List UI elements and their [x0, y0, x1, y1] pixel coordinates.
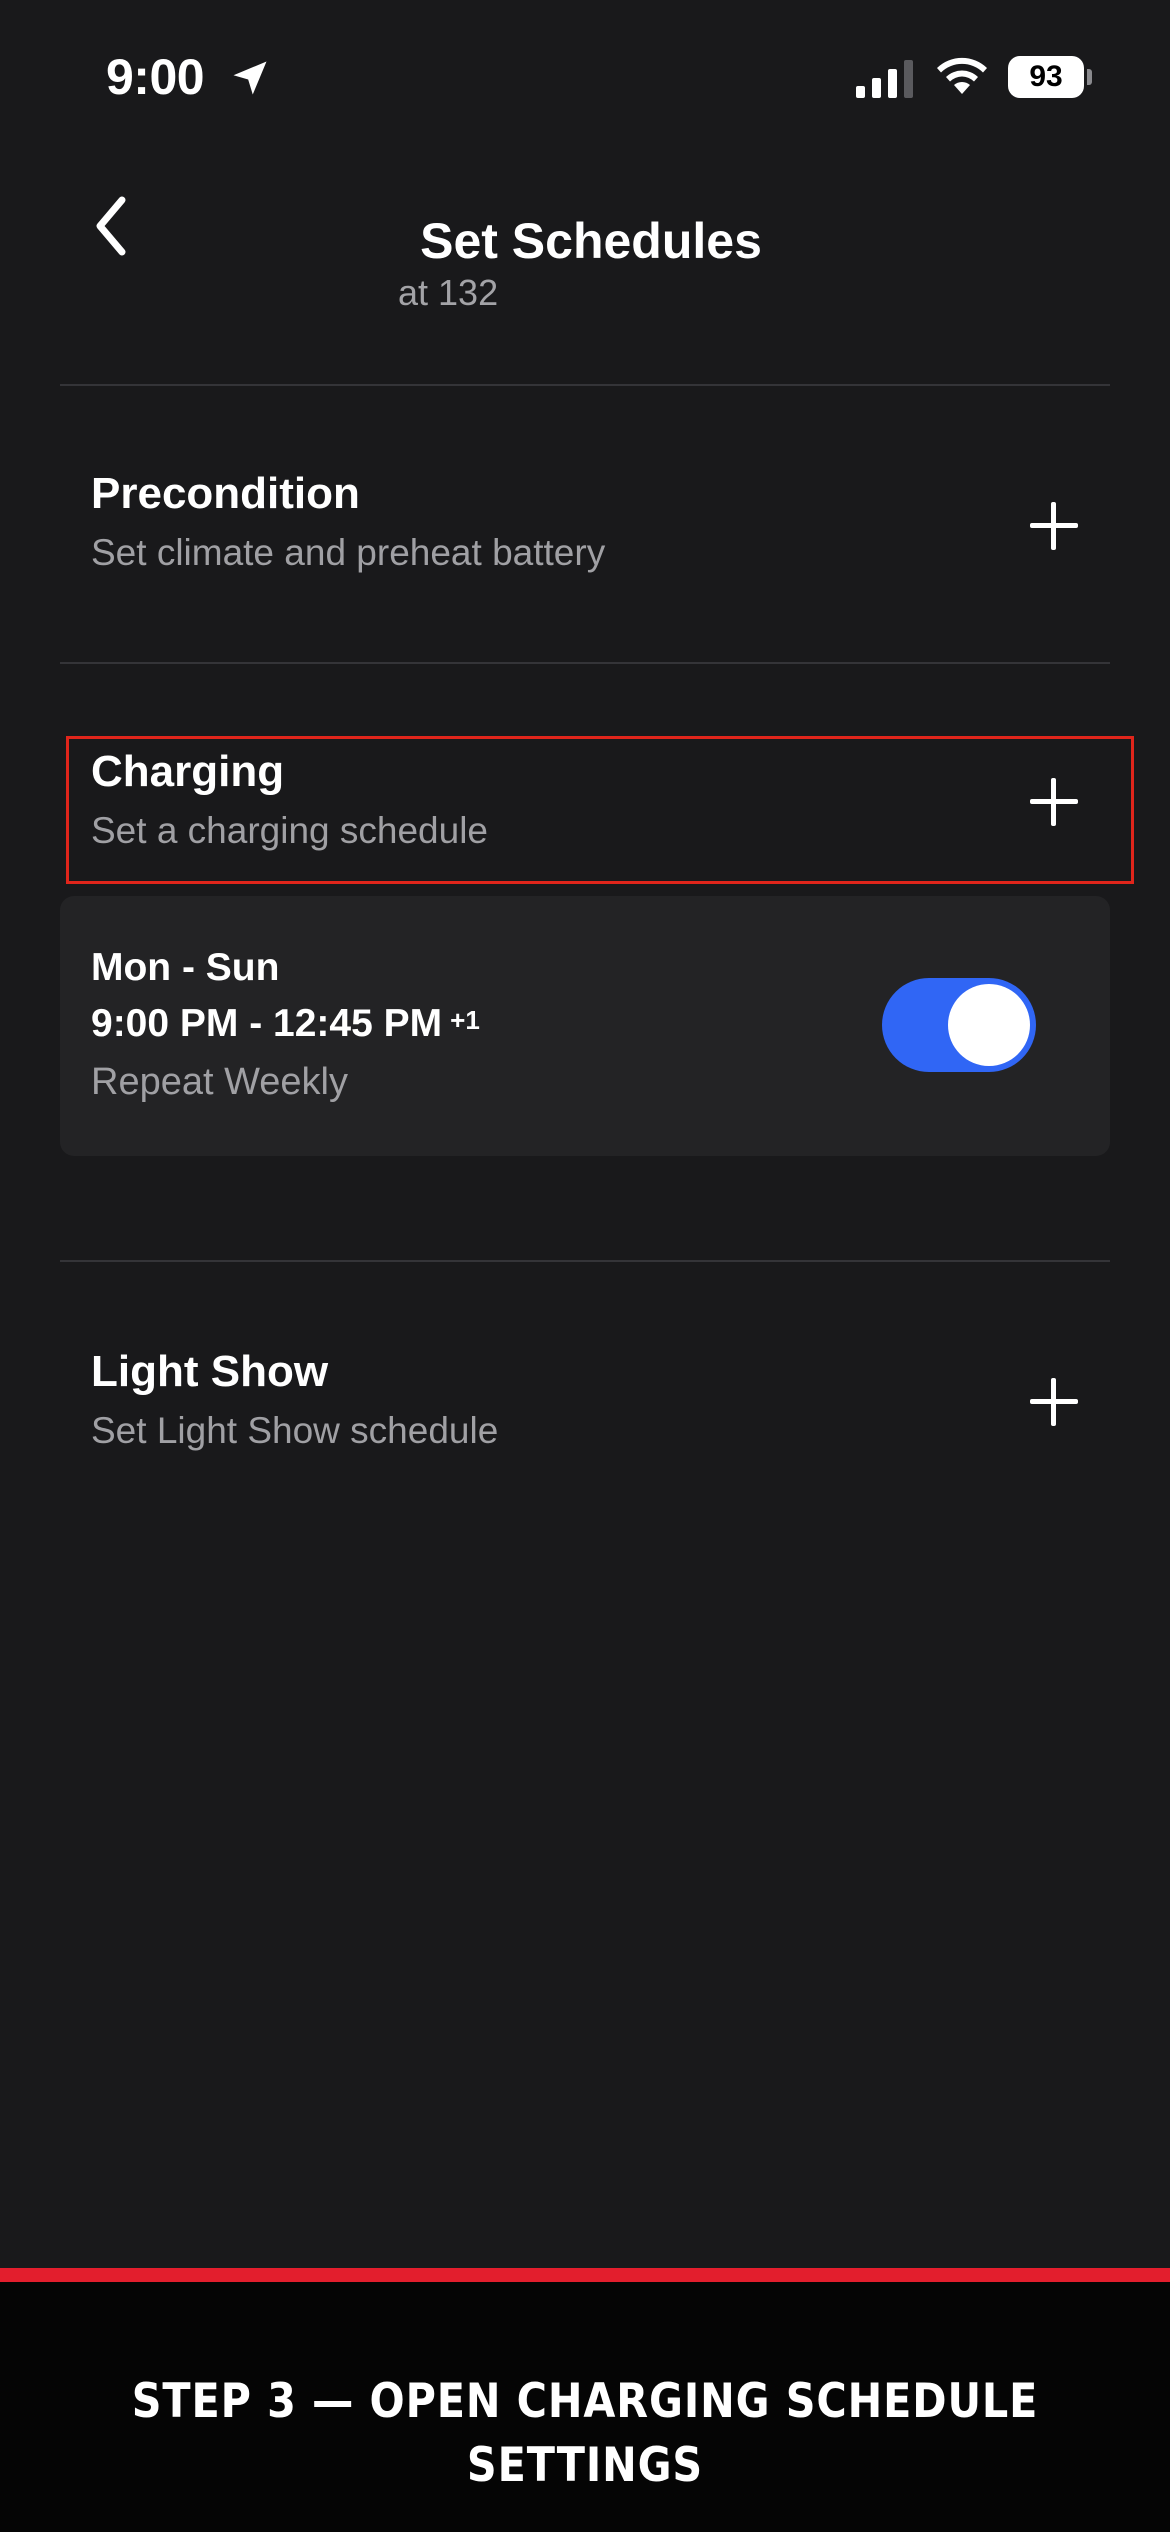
charging-subtitle: Set a charging schedule — [91, 810, 488, 851]
schedule-days: Mon - Sun — [91, 946, 280, 989]
status-time: 9:00 — [106, 49, 205, 105]
schedule-repeat: Repeat Weekly — [91, 1061, 348, 1103]
wifi-icon — [937, 57, 987, 94]
charging-title: Charging — [91, 747, 285, 796]
light-show-title: Light Show — [91, 1347, 329, 1396]
status-bar: 9:00 93 — [0, 0, 1170, 150]
charging-row[interactable]: Charging Set a charging schedule — [60, 742, 1110, 882]
divider — [60, 662, 1110, 664]
charging-schedule-card[interactable]: Mon - Sun 9:00 PM - 12:45 PM +1 Repeat We… — [60, 896, 1110, 1156]
toggle-knob — [948, 984, 1030, 1066]
add-precondition-plus-icon[interactable] — [1026, 498, 1082, 554]
precondition-title: Precondition — [91, 469, 360, 518]
add-charging-plus-icon[interactable] — [1026, 774, 1082, 830]
location-arrow-icon — [233, 61, 267, 95]
step-banner-text: STEP 3 — OPEN CHARGING SCHEDULE SETTINGS — [131, 2374, 1039, 2493]
schedule-time: 9:00 PM - 12:45 PM — [91, 1002, 443, 1045]
page-title: Set Schedules — [420, 213, 762, 269]
light-show-subtitle: Set Light Show schedule — [91, 1410, 499, 1451]
light-show-row[interactable]: Light Show Set Light Show schedule — [60, 1342, 1110, 1482]
add-light-show-plus-icon[interactable] — [1026, 1374, 1082, 1430]
page-subtitle: at 132 — [398, 272, 499, 313]
divider — [60, 1260, 1110, 1262]
battery-level: 93 — [1008, 56, 1084, 98]
divider — [60, 384, 1110, 386]
step-banner: STEP 3 — OPEN CHARGING SCHEDULE SETTINGS — [0, 2282, 1170, 2532]
schedule-time-row: 9:00 PM - 12:45 PM +1 — [91, 998, 480, 1050]
cellular-signal-icon — [856, 60, 913, 98]
schedule-toggle[interactable] — [882, 978, 1036, 1072]
precondition-subtitle: Set climate and preheat battery — [91, 532, 606, 573]
precondition-row[interactable]: Precondition Set climate and preheat bat… — [60, 464, 1110, 604]
banner-accent-stripe — [0, 2268, 1170, 2282]
battery-icon: 93 — [1008, 56, 1092, 98]
schedule-next-day-badge: +1 — [450, 1005, 480, 1035]
battery-tip — [1087, 69, 1092, 85]
